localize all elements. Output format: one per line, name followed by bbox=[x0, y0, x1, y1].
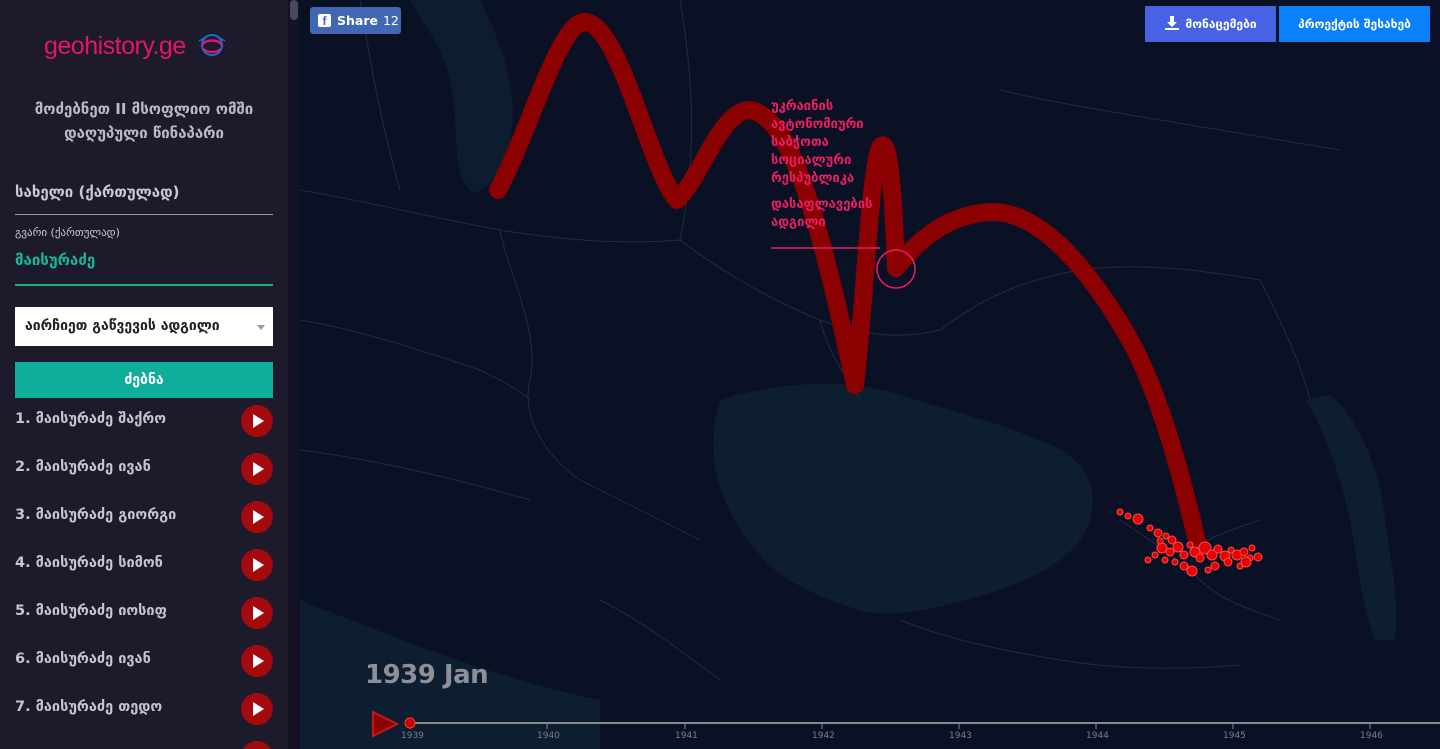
facebook-icon: f bbox=[318, 14, 331, 27]
play-icon[interactable] bbox=[241, 597, 273, 629]
globe-logo-icon bbox=[196, 33, 228, 61]
timeline-handle[interactable] bbox=[404, 717, 416, 729]
share-label: Share bbox=[337, 13, 378, 28]
logo[interactable]: geohistory.ge bbox=[44, 32, 228, 61]
current-date-label: 1939 Jan bbox=[365, 660, 489, 690]
tick-label: 1945 bbox=[1223, 731, 1246, 741]
play-icon[interactable] bbox=[241, 741, 273, 749]
list-item[interactable]: 7. მაისურაძე თედო bbox=[0, 688, 288, 736]
search-button[interactable]: ძებნა bbox=[15, 362, 273, 398]
share-count: 12 bbox=[382, 13, 399, 28]
select-value: აირჩიეთ გაწვევის ადგილი bbox=[25, 318, 220, 334]
result-label[interactable]: 1. მაისურაძე შაქრო bbox=[15, 411, 166, 427]
play-icon[interactable] bbox=[241, 453, 273, 485]
sidebar-scrollbar[interactable] bbox=[288, 0, 300, 749]
list-item[interactable]: 3. მაისურაძე გიორგი bbox=[0, 496, 288, 544]
tick-label: 1939 bbox=[401, 731, 424, 741]
data-button-label: მონაცემები bbox=[1185, 17, 1257, 31]
play-icon[interactable] bbox=[241, 501, 273, 533]
result-label[interactable]: 4. მაისურაძე სიმონ bbox=[15, 555, 163, 571]
result-label[interactable]: 6. მაისურაძე ივან bbox=[15, 651, 151, 667]
list-item[interactable]: 4. მაისურაძე სიმონ bbox=[0, 544, 288, 592]
list-item[interactable]: 5. მაისურაძე იოსიფ bbox=[0, 592, 288, 640]
list-item[interactable]: 6. მაისურაძე ივან bbox=[0, 640, 288, 688]
tick-label: 1942 bbox=[812, 731, 835, 741]
tick-label: 1941 bbox=[675, 731, 698, 741]
conscription-place-select[interactable]: აირჩიეთ გაწვევის ადგილი bbox=[15, 307, 273, 346]
intro-text: მოძებნეთ II მსოფლიო ომში დაღუპული წინაპა… bbox=[34, 100, 254, 142]
tick-label: 1946 bbox=[1360, 731, 1383, 741]
caspian-sea bbox=[1305, 395, 1397, 640]
play-icon[interactable] bbox=[241, 645, 273, 677]
about-project-button[interactable]: პროექტის შესახებ bbox=[1279, 6, 1430, 42]
result-label[interactable]: 2. მაისურაძე ივან bbox=[15, 459, 151, 475]
result-label[interactable]: 7. მაისურაძე თედო bbox=[15, 699, 162, 715]
lastname-input[interactable]: მაისურაძე bbox=[15, 248, 273, 286]
chevron-down-icon bbox=[257, 325, 265, 330]
black-sea bbox=[713, 383, 1093, 614]
list-item[interactable]: 2. მაისურაძე ივან bbox=[0, 448, 288, 496]
lastname-label: გვარი (ქართულად) bbox=[15, 226, 120, 239]
list-item[interactable]: 1. მაისურაძე შაქრო bbox=[0, 400, 288, 448]
app-root: geohistory.ge მოძებნეთ II მსოფლიო ომში დ… bbox=[0, 0, 1440, 749]
tick-label: 1940 bbox=[537, 731, 560, 741]
list-item-partial[interactable] bbox=[0, 736, 288, 749]
logo-text: geohistory.ge bbox=[44, 32, 186, 60]
result-label[interactable]: 3. მაისურაძე გიორგი bbox=[15, 507, 176, 523]
play-icon[interactable] bbox=[241, 549, 273, 581]
burial-annotation: უკრაინის ავტონომიური საბჭოთა სოციალური რ… bbox=[771, 98, 901, 232]
results-list: 1. მაისურაძე შაქრო 2. მაისურაძე ივან 3. … bbox=[0, 400, 288, 749]
baltic-sea bbox=[410, 0, 513, 192]
scrollbar-thumb[interactable] bbox=[290, 0, 298, 20]
facebook-share-button[interactable]: f Share 12 bbox=[310, 7, 401, 34]
tick-label: 1943 bbox=[949, 731, 972, 741]
sidebar: geohistory.ge მოძებნეთ II მსოფლიო ომში დ… bbox=[0, 0, 288, 749]
name-input[interactable]: სახელი (ქართულად) bbox=[15, 180, 273, 215]
data-button[interactable]: მონაცემები bbox=[1145, 6, 1276, 42]
result-label[interactable]: 5. მაისურაძე იოსიფ bbox=[15, 603, 167, 619]
play-icon[interactable] bbox=[241, 405, 273, 437]
region-name: უკრაინის ავტონომიური საბჭოთა სოციალური რ… bbox=[771, 99, 864, 186]
burial-caption: დასაფლავების ადგილი bbox=[771, 197, 873, 230]
download-icon bbox=[1164, 15, 1180, 34]
play-icon[interactable] bbox=[241, 693, 273, 725]
tick-label: 1944 bbox=[1086, 731, 1109, 741]
